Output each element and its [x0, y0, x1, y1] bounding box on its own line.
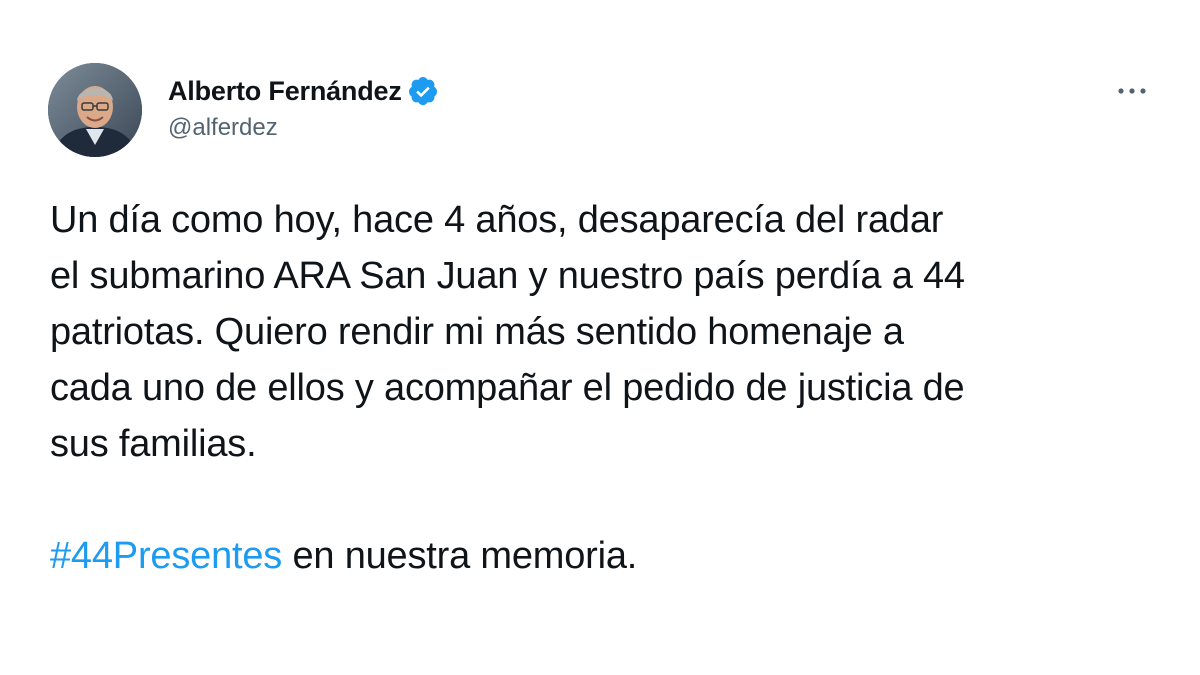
verified-badge-icon	[407, 75, 439, 107]
hashtag-link[interactable]: #44Presentes	[50, 535, 282, 577]
tweet-text: Un día como hoy, hace 4 años, desaparecí…	[50, 192, 1160, 584]
author-info: Alberto Fernández @alferdez	[168, 74, 439, 142]
hashtag-suffix: en nuestra memoria.	[282, 535, 638, 577]
name-row: Alberto Fernández	[168, 74, 439, 108]
tweet-line: sus familias.	[50, 423, 257, 465]
tweet-line: el submarino ARA San Juan y nuestro país…	[50, 255, 965, 297]
tweet-line: patriotas. Quiero rendir mi más sentido …	[50, 311, 904, 353]
handle[interactable]: @alferdez	[168, 114, 439, 142]
more-options-icon[interactable]	[1112, 76, 1152, 106]
hashtag-line: #44Presentes en nuestra memoria.	[50, 528, 1160, 584]
tweet-card: Alberto Fernández @alferdez Un día como …	[0, 0, 1200, 675]
avatar[interactable]	[48, 63, 142, 157]
tweet-line: cada uno de ellos y acompañar el pedido …	[50, 367, 965, 409]
display-name[interactable]: Alberto Fernández	[168, 76, 402, 107]
tweet-line: Un día como hoy, hace 4 años, desaparecí…	[50, 199, 944, 241]
